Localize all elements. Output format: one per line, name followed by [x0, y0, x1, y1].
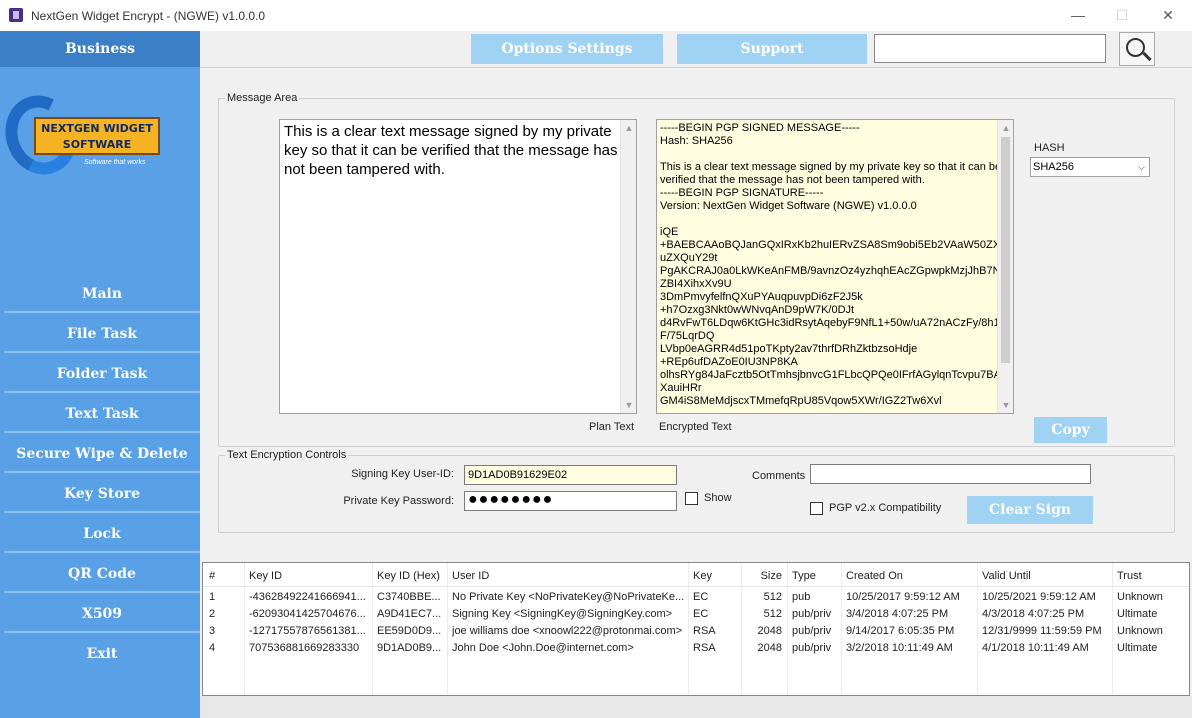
- pgp-compat-label: PGP v2.x Compatibility: [829, 502, 942, 514]
- hash-select[interactable]: SHA256 ⌵: [1030, 157, 1150, 177]
- hash-selected-value: SHA256: [1033, 161, 1074, 173]
- encrypted-text-content: -----BEGIN PGP SIGNED MESSAGE----- Hash:…: [660, 122, 1006, 407]
- col-header-trust[interactable]: Trust: [1117, 570, 1142, 582]
- scroll-down-icon[interactable]: ▼: [621, 397, 636, 413]
- plain-text-content: This is a clear text message signed by m…: [284, 123, 618, 178]
- password-label: Private Key Password:: [343, 495, 454, 507]
- hash-label: HASH: [1034, 142, 1065, 154]
- support-button[interactable]: Support: [677, 34, 867, 64]
- sidebar-item-key-store[interactable]: Key Store: [4, 475, 200, 513]
- scroll-down-icon[interactable]: ▼: [998, 397, 1013, 413]
- sidebar-item-folder-task[interactable]: Folder Task: [4, 355, 200, 393]
- options-settings-button[interactable]: Options Settings: [471, 34, 663, 64]
- controls-label: Text Encryption Controls: [225, 449, 349, 461]
- sidebar-item-text-task[interactable]: Text Task: [4, 395, 200, 433]
- sidebar-item-x509[interactable]: X509: [4, 595, 200, 633]
- clear-sign-button[interactable]: Clear Sign: [967, 496, 1093, 524]
- sidebar-item-main[interactable]: Main: [4, 275, 200, 313]
- signing-key-label: Signing Key User-ID:: [351, 468, 454, 480]
- signing-key-field[interactable]: 9D1AD0B91629E02: [464, 465, 677, 485]
- logo-line1: NEXTGEN WIDGET: [41, 122, 153, 135]
- col-header-key-id[interactable]: Key ID: [249, 570, 282, 582]
- sidebar-header[interactable]: Business: [0, 31, 200, 67]
- logo-text-box: NEXTGEN WIDGET SOFTWARE: [34, 117, 160, 155]
- plain-text-scrollbar[interactable]: ▲ ▼: [620, 120, 636, 413]
- text-encryption-controls-group: Text Encryption Controls Signing Key Use…: [218, 449, 1175, 533]
- sidebar-item-exit[interactable]: Exit: [4, 635, 200, 673]
- copy-button[interactable]: Copy: [1034, 417, 1107, 443]
- sidebar-item-qr-code[interactable]: QR Code: [4, 555, 200, 593]
- col-header-user-id[interactable]: User ID: [452, 570, 489, 582]
- sidebar-item-lock[interactable]: Lock: [4, 515, 200, 553]
- col-header-key[interactable]: Key: [693, 570, 712, 582]
- scroll-up-icon[interactable]: ▲: [998, 120, 1013, 136]
- close-button[interactable]: ✕: [1158, 6, 1178, 24]
- plain-text-box[interactable]: This is a clear text message signed by m…: [279, 119, 637, 414]
- main-panel: Options Settings Support Message Area Th…: [200, 31, 1192, 718]
- encrypted-text-scrollbar[interactable]: ▲ ▼: [997, 120, 1013, 413]
- message-area-label: Message Area: [225, 92, 300, 104]
- col-header-created-on[interactable]: Created On: [846, 570, 903, 582]
- key-table[interactable]: # Key ID Key ID (Hex) User ID Key Size T…: [202, 562, 1190, 696]
- pgp-compat-checkbox[interactable]: [810, 502, 823, 515]
- col-header-valid-until[interactable]: Valid Until: [982, 570, 1031, 582]
- search-input[interactable]: [874, 34, 1106, 63]
- col-header-key-id-hex[interactable]: Key ID (Hex): [377, 570, 440, 582]
- window-title: NextGen Widget Encrypt - (NGWE) v1.0.0.0: [31, 9, 266, 23]
- scroll-thumb[interactable]: [1001, 137, 1010, 363]
- show-password-label: Show: [704, 492, 732, 504]
- col-header-type[interactable]: Type: [792, 570, 816, 582]
- minimize-button[interactable]: —: [1068, 6, 1088, 24]
- footer-strip: [200, 696, 1192, 718]
- logo-tagline: Software that works: [84, 159, 146, 166]
- sidebar-item-file-task[interactable]: File Task: [4, 315, 200, 353]
- sidebar-item-secure-wipe[interactable]: Secure Wipe & Delete: [4, 435, 200, 473]
- encrypted-text-box[interactable]: -----BEGIN PGP SIGNED MESSAGE----- Hash:…: [656, 119, 1014, 414]
- show-password-checkbox[interactable]: [685, 492, 698, 505]
- col-header-size[interactable]: Size: [746, 570, 782, 582]
- sidebar: Business NEXTGEN WIDGET SOFTWARE Softwar…: [0, 31, 200, 718]
- comments-field[interactable]: [810, 464, 1091, 484]
- company-logo: NEXTGEN WIDGET SOFTWARE Software that wo…: [0, 85, 166, 185]
- app-icon: [9, 8, 23, 22]
- logo-line2: SOFTWARE: [62, 138, 132, 151]
- maximize-button[interactable]: ☐: [1112, 6, 1132, 24]
- private-key-password-field[interactable]: ●●●●●●●●: [464, 491, 677, 511]
- search-button[interactable]: [1119, 32, 1155, 66]
- plain-text-caption: Plan Text: [589, 421, 635, 433]
- message-area-group: Message Area This is a clear text messag…: [218, 92, 1175, 447]
- title-bar: NextGen Widget Encrypt - (NGWE) v1.0.0.0…: [0, 0, 1192, 31]
- encrypted-text-caption: Encrypted Text: [659, 421, 732, 433]
- scroll-up-icon[interactable]: ▲: [621, 120, 636, 136]
- col-header-num[interactable]: #: [209, 570, 215, 582]
- chevron-down-icon: ⌵: [1138, 162, 1145, 172]
- comments-label: Comments: [752, 470, 806, 482]
